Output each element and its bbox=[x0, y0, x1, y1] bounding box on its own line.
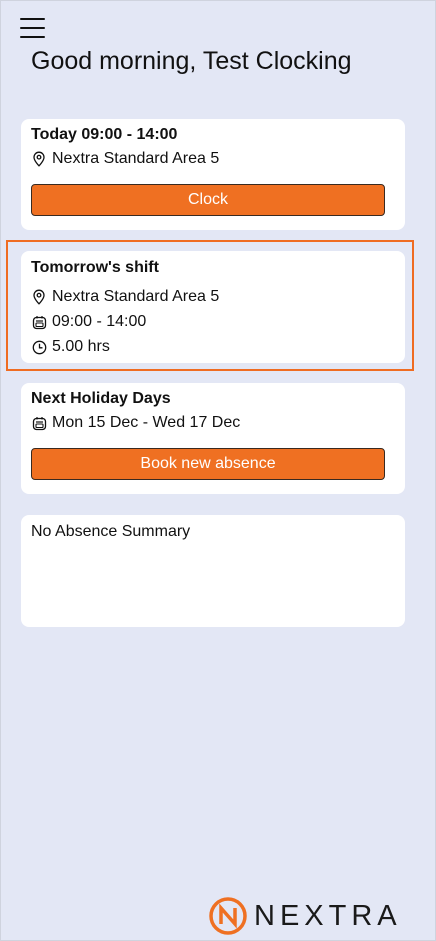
holiday-dates-text: Mon 15 Dec - Wed 17 Dec bbox=[52, 414, 241, 431]
tomorrow-location-text: Nextra Standard Area 5 bbox=[52, 288, 220, 305]
clock-icon bbox=[31, 339, 47, 355]
holiday-title: Next Holiday Days bbox=[31, 390, 171, 407]
tomorrow-time-row: 09:00 - 14:00 bbox=[31, 313, 146, 331]
tomorrow-shift-card: Tomorrow's shift Nextra Standard Area 5 … bbox=[21, 251, 405, 363]
location-pin-icon bbox=[31, 289, 47, 305]
today-shift-title: Today 09:00 - 14:00 bbox=[31, 126, 178, 143]
tomorrow-location-row: Nextra Standard Area 5 bbox=[31, 288, 219, 306]
tomorrow-hours-row: 5.00 hrs bbox=[31, 338, 110, 356]
book-absence-button[interactable]: Book new absence bbox=[31, 448, 385, 480]
absence-summary-card: No Absence Summary bbox=[21, 515, 405, 627]
today-location-row: Nextra Standard Area 5 bbox=[31, 150, 219, 168]
nextra-logo-text: NEXTRA bbox=[254, 899, 402, 932]
tomorrow-hours-text: 5.00 hrs bbox=[52, 338, 110, 355]
today-shift-card: Today 09:00 - 14:00 Nextra Standard Area… bbox=[21, 119, 405, 230]
nextra-logo: NEXTRA bbox=[208, 896, 402, 936]
holiday-dates-row: Mon 15 Dec - Wed 17 Dec bbox=[31, 414, 240, 432]
absence-summary-text: No Absence Summary bbox=[31, 523, 191, 540]
menu-bar bbox=[20, 27, 45, 29]
location-pin-icon bbox=[31, 151, 47, 167]
page-title: Good morning, Test Clocking bbox=[31, 47, 352, 75]
menu-bar bbox=[20, 36, 45, 38]
menu-bar bbox=[20, 18, 45, 20]
calendar-icon bbox=[31, 415, 47, 431]
clock-button[interactable]: Clock bbox=[31, 184, 385, 216]
today-location-text: Nextra Standard Area 5 bbox=[52, 150, 220, 167]
tomorrow-time-text: 09:00 - 14:00 bbox=[52, 313, 147, 330]
menu-icon[interactable] bbox=[19, 15, 47, 41]
nextra-logo-icon bbox=[209, 897, 247, 935]
holiday-card: Next Holiday Days Mon 15 Dec - Wed 17 De… bbox=[21, 383, 405, 494]
tomorrow-shift-title: Tomorrow's shift bbox=[31, 259, 159, 276]
calendar-icon bbox=[31, 314, 47, 330]
